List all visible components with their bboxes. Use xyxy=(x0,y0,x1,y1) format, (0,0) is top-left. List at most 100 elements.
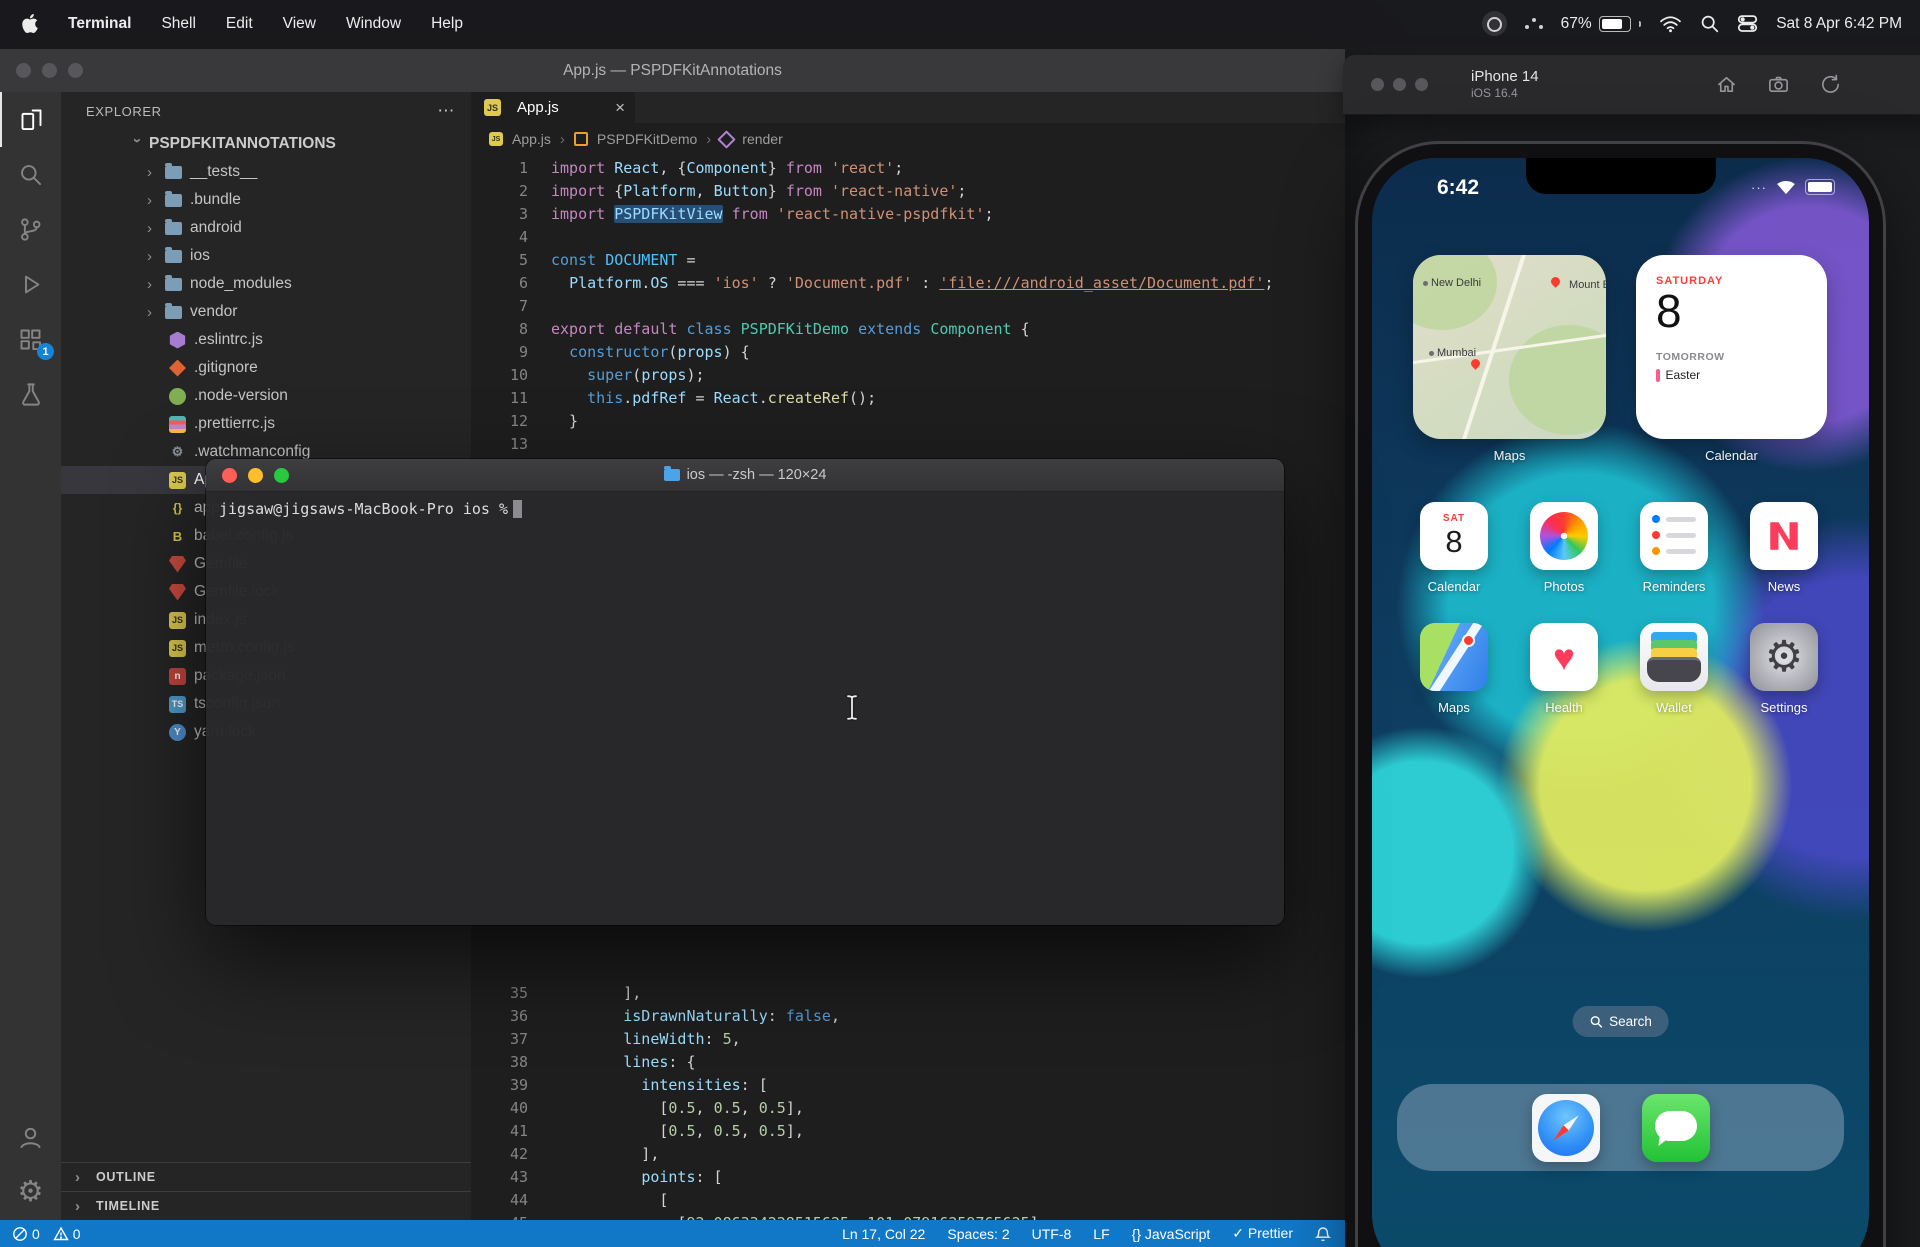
code-line-10[interactable]: 10 super(props); xyxy=(471,364,1345,387)
terminal-content[interactable]: jigsaw@jigsaws-MacBook-Pro ios % xyxy=(206,492,1284,526)
app-calendar[interactable]: SAT8Calendar xyxy=(1420,502,1488,594)
code-line-37[interactable]: 37 lineWidth: 5, xyxy=(471,1028,1345,1051)
screenshot-icon[interactable] xyxy=(1767,73,1790,96)
tree-folder-android[interactable]: ›android xyxy=(61,214,471,242)
tree-folder-ios[interactable]: ›ios xyxy=(61,242,471,270)
code-line-11[interactable]: 11 this.pdfRef = React.createRef(); xyxy=(471,387,1345,410)
menubar-item-terminal[interactable]: Terminal xyxy=(68,15,131,33)
minimize-window-button[interactable] xyxy=(248,468,263,483)
simulator-titlebar[interactable]: iPhone 14 iOS 16.4 xyxy=(1343,55,1920,115)
code-line-3[interactable]: 3import PSPDFKitView from 'react-native-… xyxy=(471,203,1345,226)
window-controls[interactable] xyxy=(1343,78,1428,91)
menubar-item-edit[interactable]: Edit xyxy=(226,15,253,33)
tree-root[interactable]: › PSPDFKITANNOTATIONS xyxy=(61,130,471,158)
screen-record-icon[interactable] xyxy=(1482,11,1507,36)
explorer-more-icon[interactable]: ⋯ xyxy=(437,101,455,121)
tree-file-.node-version[interactable]: .node-version xyxy=(61,382,471,410)
tree-folder-node_modules[interactable]: ›node_modules xyxy=(61,270,471,298)
close-window-button[interactable] xyxy=(1371,78,1384,91)
code-line-44[interactable]: 44 [ xyxy=(471,1189,1345,1212)
code-line-5[interactable]: 5const DOCUMENT = xyxy=(471,249,1345,272)
app-reminders[interactable]: Reminders xyxy=(1640,502,1708,594)
menubar-item-view[interactable]: View xyxy=(283,15,316,33)
close-window-button[interactable] xyxy=(222,468,237,483)
app-maps[interactable]: Maps xyxy=(1420,623,1488,715)
code-block-top[interactable]: 1import React, {Component} from 'react';… xyxy=(471,155,1345,456)
section-outline[interactable]: › OUTLINE xyxy=(61,1162,471,1191)
code-block-bottom[interactable]: 35 ],36 isDrawnNaturally: false,37 lineW… xyxy=(471,982,1345,1247)
code-line-43[interactable]: 43 points: [ xyxy=(471,1166,1345,1189)
tree-file-.prettierrc.js[interactable]: .prettierrc.js xyxy=(61,410,471,438)
app-photos[interactable]: Photos xyxy=(1530,502,1598,594)
minimize-window-button[interactable] xyxy=(1393,78,1406,91)
statusbar-utf-8[interactable]: UTF-8 xyxy=(1032,1226,1072,1242)
zoom-window-button[interactable] xyxy=(68,63,83,78)
code-line-8[interactable]: 8export default class PSPDFKitDemo exten… xyxy=(471,318,1345,341)
iphone-screen[interactable]: 6:42 ··· xyxy=(1372,158,1869,1247)
rotate-icon[interactable] xyxy=(1819,73,1842,96)
calendar-widget[interactable]: SATURDAY 8 TOMORROW Easter xyxy=(1636,255,1827,439)
activity-source-control[interactable] xyxy=(0,202,61,257)
maps-widget-cell[interactable]: New Delhi Mumbai Mount E Maps xyxy=(1413,255,1606,463)
tree-folder-vendor[interactable]: ›vendor xyxy=(61,298,471,326)
code-line-42[interactable]: 42 ], xyxy=(471,1143,1345,1166)
code-line-35[interactable]: 35 ], xyxy=(471,982,1345,1005)
tree-file-.eslintrc.js[interactable]: .eslintrc.js xyxy=(61,326,471,354)
code-line-38[interactable]: 38 lines: { xyxy=(471,1051,1345,1074)
app-news[interactable]: News xyxy=(1750,502,1818,594)
breadcrumb-file[interactable]: App.js xyxy=(512,131,551,147)
section-timeline[interactable]: › TIMELINE xyxy=(61,1191,471,1220)
tree-folder-__tests__[interactable]: ›__tests__ xyxy=(61,158,471,186)
activity-explorer[interactable] xyxy=(0,92,61,147)
app-safari[interactable] xyxy=(1532,1094,1600,1162)
home-button-icon[interactable] xyxy=(1715,73,1738,96)
code-line-2[interactable]: 2import {Platform, Button} from 'react-n… xyxy=(471,180,1345,203)
statusbar-prettier[interactable]: ✓ Prettier xyxy=(1232,1225,1293,1242)
control-center-icon[interactable] xyxy=(1737,13,1758,34)
menubar-item-shell[interactable]: Shell xyxy=(161,15,195,33)
vscode-titlebar[interactable]: App.js — PSPDFKitAnnotations xyxy=(0,49,1345,92)
activity-run-debug[interactable] xyxy=(0,257,61,312)
code-line-6[interactable]: 6 Platform.OS === 'ios' ? 'Document.pdf'… xyxy=(471,272,1345,295)
statusbar-spaces-2[interactable]: Spaces: 2 xyxy=(947,1226,1009,1242)
tab-appjs[interactable]: JS App.js × xyxy=(471,92,635,123)
menubar-dots-icon[interactable] xyxy=(1525,17,1543,31)
activity-account[interactable] xyxy=(0,1110,61,1165)
tree-file-.gitignore[interactable]: .gitignore xyxy=(61,354,471,382)
menubar-clock[interactable]: Sat 8 Apr 6:42 PM xyxy=(1776,15,1902,33)
app-messages[interactable] xyxy=(1642,1094,1710,1162)
minimize-window-button[interactable] xyxy=(42,63,57,78)
zoom-window-button[interactable] xyxy=(274,468,289,483)
code-line-40[interactable]: 40 [0.5, 0.5, 0.5], xyxy=(471,1097,1345,1120)
wifi-icon[interactable] xyxy=(1659,15,1682,33)
code-line-41[interactable]: 41 [0.5, 0.5, 0.5], xyxy=(471,1120,1345,1143)
code-line-1[interactable]: 1import React, {Component} from 'react'; xyxy=(471,157,1345,180)
close-window-button[interactable] xyxy=(16,63,31,78)
tree-folder-.bundle[interactable]: ›.bundle xyxy=(61,186,471,214)
activity-testing[interactable] xyxy=(0,367,61,422)
zoom-window-button[interactable] xyxy=(1415,78,1428,91)
maps-widget[interactable]: New Delhi Mumbai Mount E xyxy=(1413,255,1606,439)
menubar-item-window[interactable]: Window xyxy=(346,15,401,33)
code-line-9[interactable]: 9 constructor(props) { xyxy=(471,341,1345,364)
battery-indicator[interactable]: 67% xyxy=(1561,15,1642,33)
statusbar-javascript[interactable]: {} JavaScript xyxy=(1132,1226,1211,1242)
activity-search[interactable] xyxy=(0,147,61,202)
breadcrumb-method[interactable]: render xyxy=(742,131,782,147)
activity-settings[interactable]: ⚙ xyxy=(0,1165,61,1220)
breadcrumb-class[interactable]: PSPDFKitDemo xyxy=(597,131,697,147)
spotlight-icon[interactable] xyxy=(1700,14,1719,33)
code-line-39[interactable]: 39 intensities: [ xyxy=(471,1074,1345,1097)
window-controls[interactable] xyxy=(0,63,83,78)
calendar-widget-cell[interactable]: SATURDAY 8 TOMORROW Easter Calendar xyxy=(1636,255,1827,463)
problems-errors[interactable]: 0 xyxy=(12,1226,40,1242)
app-settings[interactable]: ⚙Settings xyxy=(1750,623,1818,715)
tab-close-icon[interactable]: × xyxy=(615,99,625,116)
code-line-7[interactable]: 7 xyxy=(471,295,1345,318)
problems-warnings[interactable]: 0 xyxy=(53,1226,81,1242)
code-line-36[interactable]: 36 isDrawnNaturally: false, xyxy=(471,1005,1345,1028)
statusbar-ln-17-col-22[interactable]: Ln 17, Col 22 xyxy=(842,1226,925,1242)
activity-extensions[interactable]: 1 xyxy=(0,312,61,367)
menubar-item-help[interactable]: Help xyxy=(431,15,463,33)
notifications-bell-icon[interactable] xyxy=(1315,1226,1331,1242)
